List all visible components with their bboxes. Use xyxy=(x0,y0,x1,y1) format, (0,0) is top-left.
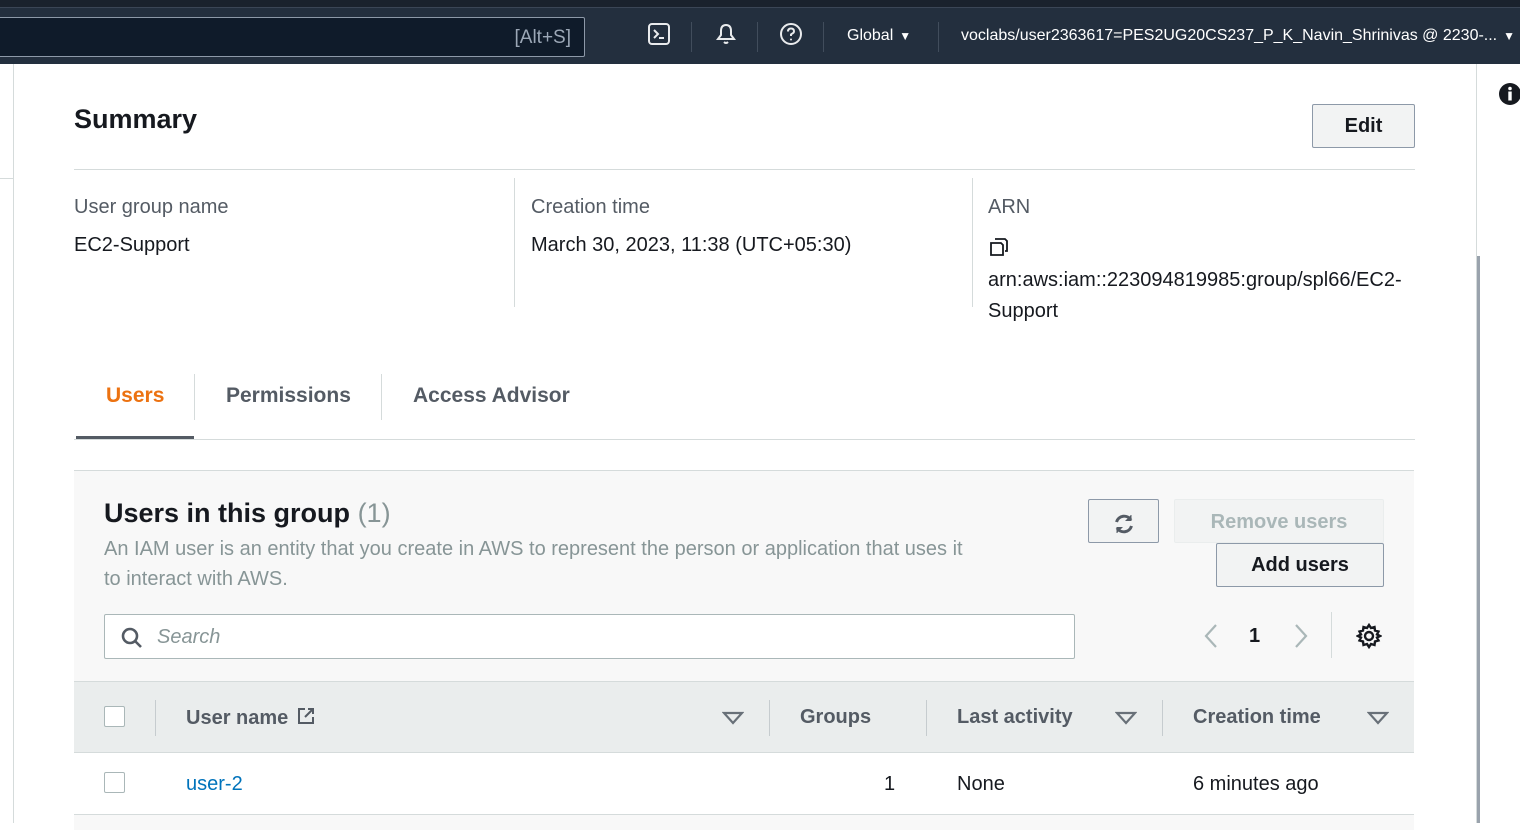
side-navigation-divider xyxy=(0,178,13,179)
chevron-right-icon[interactable] xyxy=(1290,621,1312,651)
column-header-user-name[interactable]: User name xyxy=(186,706,316,730)
tab-access-advisor[interactable]: Access Advisor xyxy=(413,384,570,408)
row-checkbox[interactable] xyxy=(104,772,125,793)
sort-caret-down-icon[interactable] xyxy=(721,711,745,725)
pagination-divider xyxy=(1331,612,1332,658)
bell-icon[interactable] xyxy=(714,22,738,46)
user-count: (1) xyxy=(357,498,391,528)
global-search-input[interactable]: [Alt+S] xyxy=(0,17,585,57)
users-search-input[interactable]: Search xyxy=(104,614,1075,659)
panel-description: An IAM user is an entity that you create… xyxy=(104,538,963,590)
column-header-last-activity[interactable]: Last activity xyxy=(957,706,1073,729)
strip-divider xyxy=(0,7,1520,8)
page-scrollbar[interactable] xyxy=(1477,256,1480,823)
arn-label: ARN xyxy=(988,196,1031,218)
tabs-divider xyxy=(74,439,1415,440)
toolbar-divider xyxy=(938,22,939,52)
column-divider xyxy=(972,178,973,307)
external-link-icon xyxy=(296,706,316,726)
column-divider xyxy=(514,178,515,307)
creation-time-label: Creation time xyxy=(531,196,650,218)
info-icon[interactable] xyxy=(1498,82,1520,106)
tab-divider xyxy=(194,374,195,420)
column-header-creation-time[interactable]: Creation time xyxy=(1193,706,1321,729)
sort-caret-down-icon[interactable] xyxy=(1114,711,1138,725)
tab-divider xyxy=(381,374,382,420)
column-header-groups[interactable]: Groups xyxy=(800,706,871,729)
caret-down-icon: ▼ xyxy=(899,29,912,43)
search-shortcut-hint: [Alt+S] xyxy=(514,27,572,48)
active-tab-indicator xyxy=(76,436,194,439)
search-icon xyxy=(120,626,144,650)
column-header-label: User name xyxy=(186,707,289,729)
add-users-button[interactable]: Add users xyxy=(1216,543,1384,587)
account-menu[interactable]: voclabs/user2363617=PES2UG20CS237_P_K_Na… xyxy=(961,27,1515,45)
toolbar-divider xyxy=(823,22,824,52)
top-navigation-bar: [Alt+S] Global ▼ voclabs/user2363617=PES2… xyxy=(0,0,1520,64)
cloudshell-icon[interactable] xyxy=(647,22,671,46)
arn-text: arn:aws:iam::223094819985:group/spl66/EC… xyxy=(988,269,1402,322)
tab-permissions[interactable]: Permissions xyxy=(226,384,351,408)
column-divider xyxy=(926,700,927,736)
column-divider xyxy=(769,700,770,736)
remove-users-button[interactable]: Remove users xyxy=(1174,499,1384,543)
user-name-link[interactable]: user-2 xyxy=(186,773,243,796)
help-icon[interactable] xyxy=(779,22,803,46)
region-label: Global xyxy=(847,27,894,44)
tab-users[interactable]: Users xyxy=(106,384,164,408)
column-divider xyxy=(1162,700,1163,736)
summary-divider xyxy=(74,169,1415,170)
refresh-icon xyxy=(1112,514,1136,539)
panel-title-text: Users in this group xyxy=(104,498,351,528)
account-label: voclabs/user2363617=PES2UG20CS237_P_K_Na… xyxy=(961,27,1498,44)
copy-icon[interactable] xyxy=(988,236,1010,258)
side-navigation-border xyxy=(13,64,14,823)
group-name-value: EC2-Support xyxy=(74,234,190,256)
sort-caret-down-icon[interactable] xyxy=(1366,711,1390,725)
arn-value: arn:aws:iam::223094819985:group/spl66/EC… xyxy=(988,234,1418,327)
creation-time-value: March 30, 2023, 11:38 (UTC+05:30) xyxy=(531,234,852,256)
select-all-checkbox[interactable] xyxy=(104,706,125,727)
toolbar-divider xyxy=(691,22,692,52)
region-selector[interactable]: Global ▼ xyxy=(847,27,911,45)
last-activity-cell: None xyxy=(957,773,1005,795)
refresh-button[interactable] xyxy=(1088,499,1159,543)
edit-button[interactable]: Edit xyxy=(1312,104,1415,148)
users-in-group-heading: Users in this group (1) xyxy=(104,498,391,529)
search-placeholder: Search xyxy=(157,626,221,648)
toolbar-divider xyxy=(757,22,758,52)
group-name-label: User group name xyxy=(74,196,229,218)
gear-icon[interactable] xyxy=(1355,622,1383,650)
column-divider xyxy=(155,700,156,736)
groups-cell: 1 xyxy=(884,773,896,795)
caret-down-icon: ▼ xyxy=(1503,29,1516,43)
page-number[interactable]: 1 xyxy=(1249,625,1260,648)
summary-heading: Summary xyxy=(74,104,198,134)
creation-time-cell: 6 minutes ago xyxy=(1193,773,1319,795)
chevron-left-icon[interactable] xyxy=(1200,621,1222,651)
